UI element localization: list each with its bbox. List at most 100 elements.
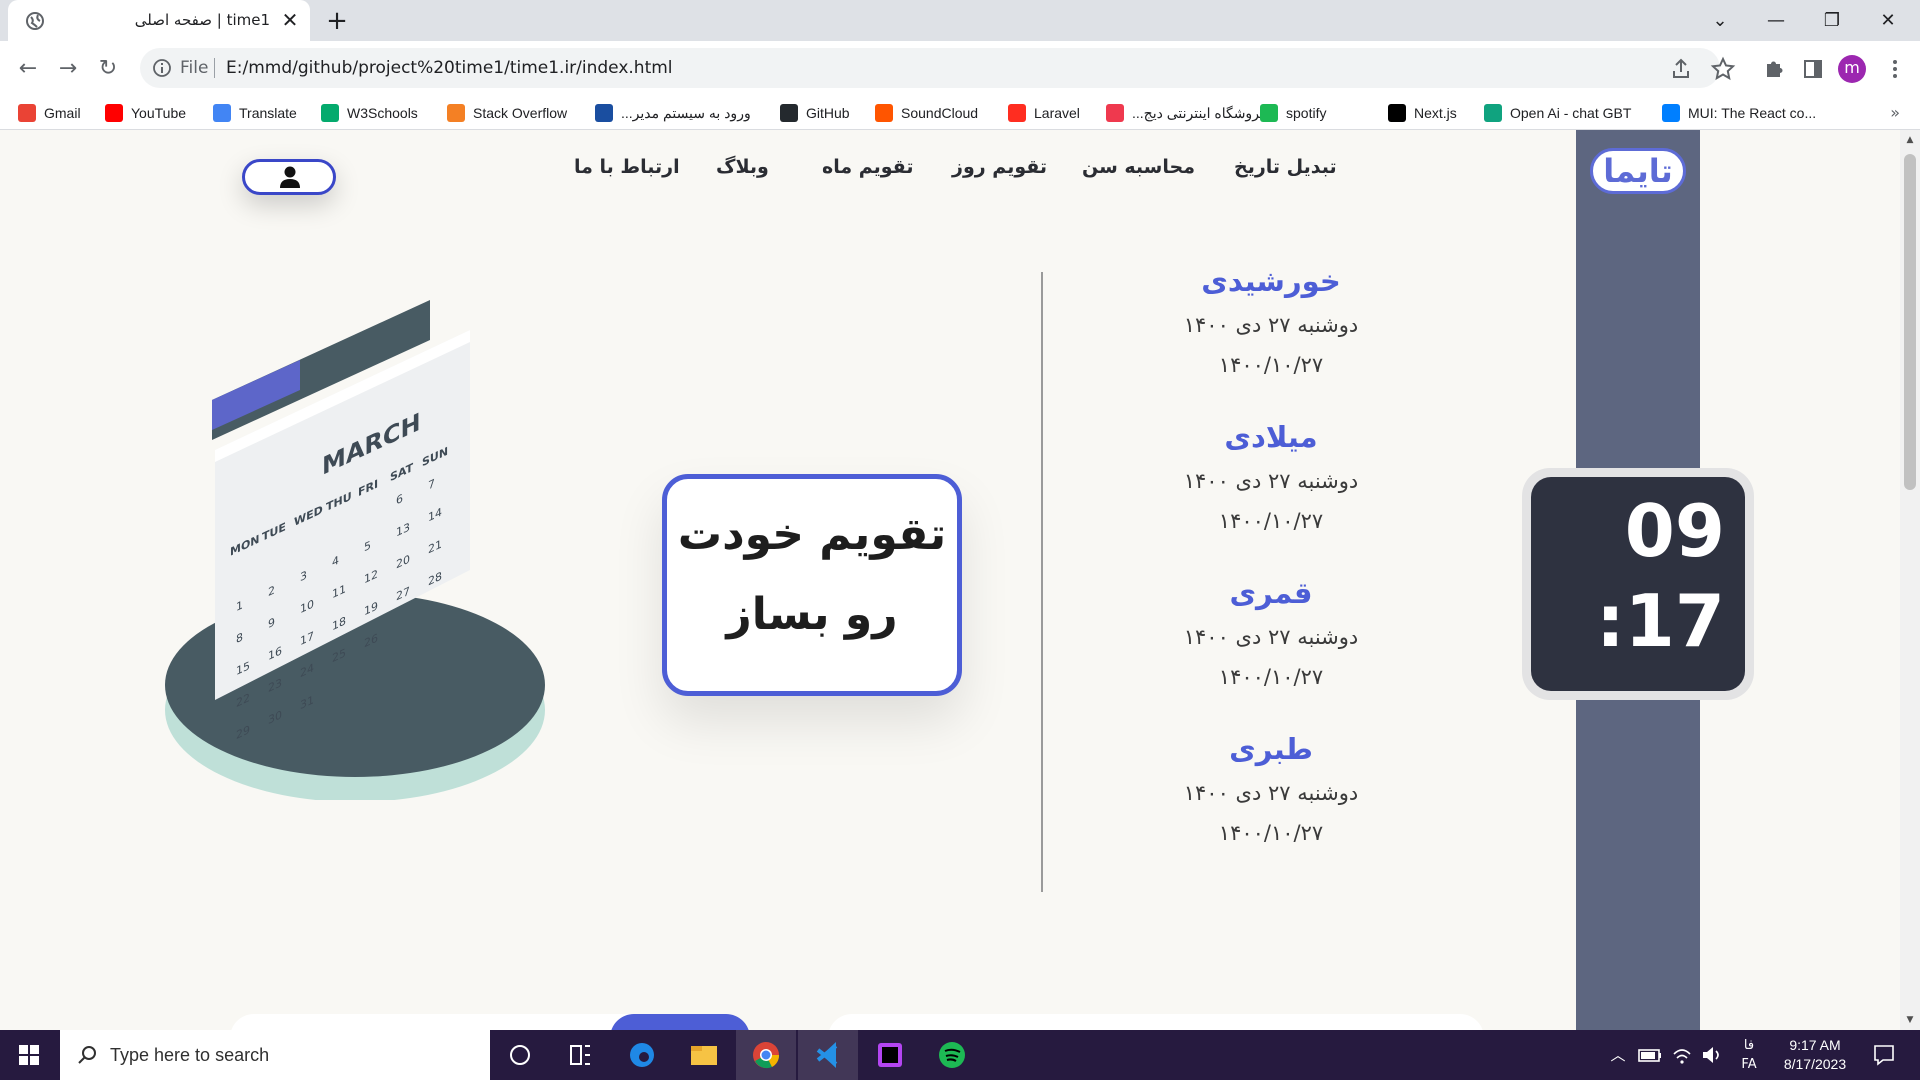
bookmark-label: spotify <box>1286 105 1327 121</box>
vscode-icon[interactable] <box>798 1030 858 1080</box>
bookmark-label: Translate <box>239 105 297 121</box>
more-bookmarks-icon[interactable]: » <box>1890 97 1900 129</box>
bookmark-spotify[interactable]: spotify <box>1260 97 1326 129</box>
bookmark-openai[interactable]: Open Ai - chat GBT <box>1484 97 1631 129</box>
nav-item-age-calc[interactable]: محاسبه سن <box>1082 152 1195 182</box>
bookmark-nextjs[interactable]: Next.js <box>1388 97 1457 129</box>
calendar-date-short: ۱۴۰۰/۱۰/۲۷ <box>1218 353 1324 377</box>
browser-tab[interactable]: time1 | صفحه اصلی ✕ <box>8 0 310 41</box>
bookmark-laravel[interactable]: Laravel <box>1008 97 1080 129</box>
calendar-illustration: MARCHMONTUEWEDTHUFRISATSUN67123451314891… <box>165 300 545 800</box>
back-button[interactable]: ← <box>10 51 46 87</box>
bookmark-label: W3Schools <box>347 105 418 121</box>
tab-close-icon[interactable]: ✕ <box>280 10 300 30</box>
address-bar[interactable]: File E:/mmd/github/project%20time1/time1… <box>140 48 1720 88</box>
side-panel-icon[interactable] <box>1798 54 1828 84</box>
restore-button[interactable]: ❐ <box>1804 0 1860 41</box>
menu-kebab-icon[interactable] <box>1880 54 1910 84</box>
bookmark-github[interactable]: GitHub <box>780 97 850 129</box>
omnibox-divider <box>214 58 215 78</box>
edge-icon[interactable] <box>612 1030 672 1080</box>
scroll-up-icon[interactable]: ▲ <box>1900 132 1920 148</box>
calendar-title-gregorian: میلادی <box>1224 420 1318 454</box>
promo-line-2: رو بساز <box>726 589 898 640</box>
windows-start-icon[interactable] <box>0 1030 58 1080</box>
bookmark-gmail[interactable]: Gmail <box>18 97 81 129</box>
extensions-icon[interactable] <box>1758 54 1788 84</box>
taskbar-time: 9:17 AM <box>1789 1037 1841 1053</box>
clock-hours: 09 <box>1624 489 1725 573</box>
task-view-icon[interactable] <box>550 1030 610 1080</box>
reload-button[interactable]: ↻ <box>90 51 126 87</box>
mui-icon <box>1662 104 1680 122</box>
bookmark-stackoverflow[interactable]: Stack Overflow <box>447 97 567 129</box>
profile-avatar[interactable]: m <box>1838 55 1866 83</box>
new-tab-button[interactable]: + <box>320 6 354 36</box>
nav-item-date-convert[interactable]: تبدیل تاریخ <box>1234 152 1337 182</box>
bookmark-label: SoundCloud <box>901 105 979 121</box>
create-calendar-promo[interactable]: تقویم خودت رو بساز <box>662 474 962 696</box>
youtube-icon <box>105 104 123 122</box>
stackoverflow-icon <box>447 104 465 122</box>
site-info-icon[interactable] <box>152 58 172 78</box>
site-logo[interactable]: تایما <box>1590 148 1686 194</box>
user-account-button[interactable] <box>242 159 336 195</box>
wifi-icon[interactable] <box>1668 1030 1696 1080</box>
bookmark-soundcloud[interactable]: SoundCloud <box>875 97 978 129</box>
input-language-code: FA <box>1741 1057 1757 1072</box>
calendar-date-long: دوشنبه ۲۷ دی ۱۴۰۰ <box>1183 469 1359 493</box>
nav-item-day-calendar[interactable]: تقویم روز <box>952 152 1047 182</box>
notification-center-icon[interactable] <box>1866 1030 1902 1080</box>
search-card-button[interactable] <box>610 1014 750 1030</box>
bookmark-star-icon[interactable] <box>1708 54 1738 84</box>
input-language[interactable]: فا FA <box>1736 1036 1762 1074</box>
minimize-button[interactable]: — <box>1748 0 1804 41</box>
globe-icon <box>26 12 44 30</box>
bookmark-admin[interactable]: ورود به سیستم مدیر... <box>595 97 751 129</box>
taskbar-clock[interactable]: 9:17 AM 8/17/2023 <box>1770 1036 1860 1074</box>
w3schools-icon <box>321 104 339 122</box>
tab-title: time1 | صفحه اصلی <box>134 11 270 29</box>
bookmarks-bar: Gmail YouTube Translate W3Schools Stack Over… <box>0 97 1920 130</box>
digital-clock: 09 :17 <box>1531 477 1745 691</box>
search-placeholder: Type here to search <box>110 1045 270 1065</box>
nav-item-blog[interactable]: وبلاگ <box>716 152 769 182</box>
bookmark-w3schools[interactable]: W3Schools <box>321 97 418 129</box>
volume-icon[interactable] <box>1698 1030 1726 1080</box>
spotify-app-icon[interactable] <box>922 1030 982 1080</box>
bookmark-label: Next.js <box>1414 105 1457 121</box>
chrome-icon[interactable] <box>736 1030 796 1080</box>
file-explorer-icon[interactable] <box>674 1030 734 1080</box>
bookmark-label: ورود به سیستم مدیر... <box>621 104 751 121</box>
taskbar-search-box[interactable]: Type here to search <box>60 1030 490 1080</box>
forward-button[interactable]: → <box>50 51 86 87</box>
page-scrollbar[interactable]: ▲ ▼ <box>1900 130 1920 1030</box>
bookmark-label: Laravel <box>1034 105 1080 121</box>
nav-item-month-calendar[interactable]: تقویم ماه <box>822 152 913 182</box>
battery-icon[interactable] <box>1636 1030 1664 1080</box>
gmail-icon <box>18 104 36 122</box>
calendar-title-lunar: قمری <box>1229 576 1313 610</box>
vertical-divider <box>1041 272 1043 892</box>
bookmark-translate[interactable]: Translate <box>213 97 297 129</box>
bookmark-digikala[interactable]: فروشگاه اینترنتی دیج... <box>1106 97 1267 129</box>
input-language-native: فا <box>1743 1038 1755 1053</box>
scrollbar-thumb[interactable] <box>1904 154 1916 490</box>
scroll-down-icon[interactable]: ▼ <box>1900 1012 1920 1028</box>
close-window-button[interactable]: ✕ <box>1860 0 1916 41</box>
show-hidden-icons-icon[interactable]: ︿ <box>1606 1030 1630 1080</box>
url-text[interactable]: E:/mmd/github/project%20time1/time1.ir/i… <box>226 48 673 88</box>
bookmark-mui[interactable]: MUI: The React co... <box>1662 97 1816 129</box>
bookmark-label: Open Ai - chat GBT <box>1510 105 1632 121</box>
info-card <box>828 1014 1484 1030</box>
share-icon[interactable] <box>1666 54 1696 84</box>
nav-item-contact[interactable]: ارتباط با ما <box>574 152 680 182</box>
bookmark-youtube[interactable]: YouTube <box>105 97 186 129</box>
taskbar-date: 8/17/2023 <box>1783 1056 1847 1072</box>
tab-search-dropdown-icon[interactable]: ⌄ <box>1692 0 1748 41</box>
translate-icon <box>213 104 231 122</box>
bookmark-label: MUI: The React co... <box>1688 105 1817 121</box>
phpstorm-icon[interactable] <box>860 1030 920 1080</box>
laravel-icon <box>1008 104 1026 122</box>
cortana-icon[interactable] <box>490 1030 550 1080</box>
